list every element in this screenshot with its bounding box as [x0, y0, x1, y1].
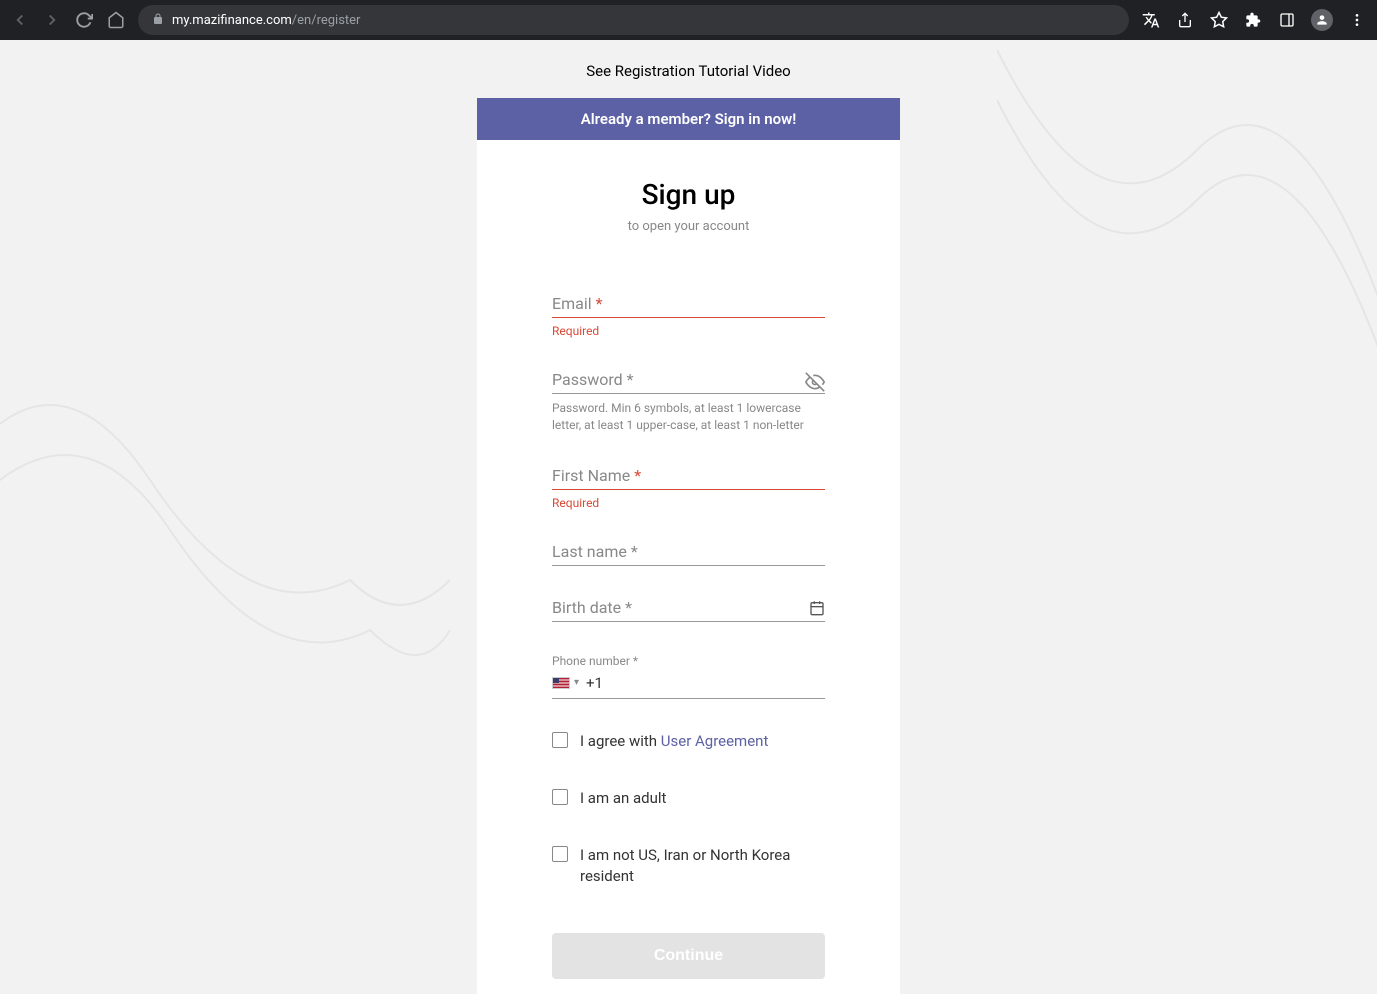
- not-resident-label: I am not US, Iran or North Korea residen…: [580, 845, 825, 887]
- background-wave-left: [0, 280, 450, 730]
- birth-date-label: Birth date *: [552, 598, 632, 617]
- adult-label: I am an adult: [580, 788, 666, 809]
- page-viewport[interactable]: See Registration Tutorial Video Already …: [0, 40, 1377, 994]
- back-button[interactable]: [10, 10, 30, 30]
- dial-code: +1: [586, 674, 603, 692]
- lock-icon: [152, 13, 164, 28]
- user-agreement-link[interactable]: User Agreement: [661, 732, 769, 750]
- profile-avatar[interactable]: [1311, 9, 1333, 31]
- birth-date-field[interactable]: Birth date *: [552, 598, 825, 622]
- background-wave-right: [997, 40, 1377, 500]
- address-bar[interactable]: my.mazifinance.com/en/register: [138, 5, 1129, 35]
- chevron-down-icon[interactable]: ▾: [574, 677, 579, 688]
- phone-label: Phone number *: [552, 654, 825, 668]
- menu-dots-icon[interactable]: [1347, 10, 1367, 30]
- reload-button[interactable]: [74, 10, 94, 30]
- flag-us-icon[interactable]: [552, 677, 570, 689]
- signin-banner[interactable]: Already a member? Sign in now!: [477, 98, 900, 140]
- last-name-label: Last name *: [552, 542, 638, 561]
- phone-field[interactable]: ▾ +1: [552, 674, 825, 699]
- not-resident-checkbox[interactable]: [552, 846, 568, 862]
- bookmark-star-icon[interactable]: [1209, 10, 1229, 30]
- agree-checkbox[interactable]: [552, 732, 568, 748]
- password-field[interactable]: Password *: [552, 370, 825, 394]
- first-name-error: Required: [552, 496, 825, 510]
- toggle-password-icon[interactable]: [805, 372, 825, 396]
- password-label: Password *: [552, 370, 634, 389]
- browser-toolbar: my.mazifinance.com/en/register: [0, 0, 1377, 40]
- password-hint: Password. Min 6 symbols, at least 1 lowe…: [552, 400, 825, 434]
- signup-card: Already a member? Sign in now! Sign up t…: [477, 98, 900, 994]
- side-panel-icon[interactable]: [1277, 10, 1297, 30]
- first-name-label: First Name *: [552, 466, 641, 485]
- page-title: Sign up: [477, 178, 900, 211]
- translate-icon[interactable]: [1141, 10, 1161, 30]
- last-name-field[interactable]: Last name *: [552, 542, 825, 566]
- email-label: Email *: [552, 294, 602, 313]
- continue-button[interactable]: Continue: [552, 933, 825, 979]
- share-icon[interactable]: [1175, 10, 1195, 30]
- first-name-field[interactable]: First Name *: [552, 466, 825, 490]
- agree-label: I agree with User Agreement: [580, 731, 768, 752]
- url-text: my.mazifinance.com/en/register: [172, 13, 360, 28]
- tutorial-link[interactable]: See Registration Tutorial Video: [0, 40, 1377, 98]
- email-field[interactable]: Email *: [552, 294, 825, 318]
- signup-form: Email * Required Password * Password. Mi…: [477, 244, 900, 979]
- calendar-icon[interactable]: [809, 600, 825, 620]
- page-subtitle: to open your account: [477, 219, 900, 234]
- home-button[interactable]: [106, 10, 126, 30]
- email-error: Required: [552, 324, 825, 338]
- extensions-icon[interactable]: [1243, 10, 1263, 30]
- adult-checkbox[interactable]: [552, 789, 568, 805]
- forward-button[interactable]: [42, 10, 62, 30]
